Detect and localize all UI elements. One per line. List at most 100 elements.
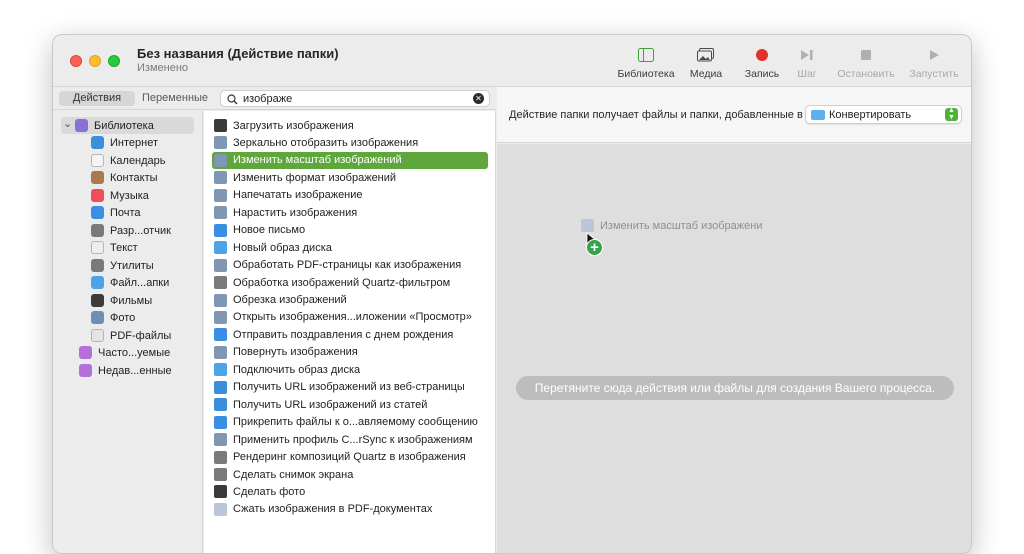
image-action-icon <box>214 345 227 359</box>
action-item[interactable]: Прикрепить файлы к о...авляемому сообщен… <box>212 414 488 431</box>
library-item-4[interactable]: Музыка <box>91 187 149 204</box>
minimize-window-button[interactable] <box>89 55 101 67</box>
library-item-label: Текст <box>110 241 138 254</box>
chevron-down-icon[interactable]: ⌄ <box>63 117 75 130</box>
action-item[interactable]: Повернуть изображения <box>212 344 488 361</box>
pdf-icon <box>214 502 227 516</box>
action-item[interactable]: Получить URL изображений из статей <box>212 396 488 413</box>
library-item-label: Файл...апки <box>110 276 170 289</box>
action-item[interactable]: Рендеринг композиций Quartz в изображени… <box>212 449 488 466</box>
action-item[interactable]: Сделать фото <box>212 483 488 500</box>
run-button[interactable]: Запустить <box>899 45 969 85</box>
action-item-label: Прикрепить файлы к о...авляемому сообщен… <box>233 416 478 429</box>
action-item[interactable]: Изменить масштаб изображений <box>212 151 488 169</box>
action-item-label: Получить URL изображений из веб-страницы <box>233 381 465 394</box>
mail-icon <box>91 206 104 219</box>
action-item-label: Отправить поздравления с днем рождения <box>233 328 454 341</box>
action-item[interactable]: Обработать PDF-страницы как изображения <box>212 257 488 274</box>
library-item-11[interactable]: Фото <box>91 309 135 326</box>
action-item[interactable]: Получить URL изображений из веб-страницы <box>212 379 488 396</box>
library-item-label: Утилиты <box>110 259 154 272</box>
tab-actions[interactable]: Действия <box>59 91 135 106</box>
workflow-area[interactable]: Изменить масштаб изображени + Перетяните… <box>497 144 971 553</box>
camera-icon <box>214 485 227 499</box>
search-field[interactable]: изображе ✕ <box>220 90 490 107</box>
library-item-5[interactable]: Почта <box>91 204 141 221</box>
window-subtitle: Изменено <box>137 62 189 74</box>
tab-variables[interactable]: Переменные <box>139 91 211 106</box>
dragged-action-label: Изменить масштаб изображени <box>600 219 763 232</box>
action-item[interactable]: Сделать снимок экрана <box>212 466 488 483</box>
folder-action-header: Действие папки получает файлы и папки, д… <box>497 87 971 143</box>
library-item-label: Часто...уемые <box>98 346 171 359</box>
image-action-icon <box>214 310 227 324</box>
image-action-icon <box>214 153 227 167</box>
library-item-label: Интернет <box>110 136 158 149</box>
search-icon <box>227 92 238 110</box>
smart-folder-icon <box>79 346 92 359</box>
image-action-icon <box>214 433 227 447</box>
library-item-2[interactable]: Календарь <box>91 152 166 169</box>
library-item-7[interactable]: Текст <box>91 239 138 256</box>
chevron-updown-icon: ▲ ▼ <box>945 107 958 121</box>
pdf-icon <box>91 329 104 342</box>
action-item-label: Нарастить изображения <box>233 206 358 219</box>
action-item[interactable]: Отправить поздравления с днем рождения <box>212 326 488 343</box>
title-bar: Без названия (Действие папки) Изменено Б… <box>53 35 971 87</box>
action-item[interactable]: Зеркально отобразить изображения <box>212 134 488 151</box>
zoom-window-button[interactable] <box>108 55 120 67</box>
image-action-icon <box>214 206 227 220</box>
action-item[interactable]: Обработка изображений Quartz-фильтром <box>212 274 488 291</box>
action-item[interactable]: Открыть изображения...иложении «Просмотр… <box>212 309 488 326</box>
action-item[interactable]: Новый образ диска <box>212 239 488 256</box>
library-item-10[interactable]: Фильмы <box>91 292 152 309</box>
image-action-icon <box>214 136 227 150</box>
library-item-12[interactable]: PDF-файлы <box>91 327 171 344</box>
tools-icon <box>214 450 227 464</box>
folder-icon <box>811 110 825 120</box>
action-item[interactable]: Нарастить изображения <box>212 204 488 221</box>
library-item-0[interactable]: ⌄ Библиотека <box>61 117 194 134</box>
photo-icon <box>91 311 104 324</box>
window-title: Без названия (Действие папки) <box>137 46 339 61</box>
library-item-3[interactable]: Контакты <box>91 169 158 186</box>
library-item-label: Разр...отчик <box>110 224 171 237</box>
library-item-label: Фото <box>110 311 136 324</box>
music-icon <box>91 189 104 202</box>
action-item[interactable]: Загрузить изображения <box>212 117 488 134</box>
library-item-8[interactable]: Утилиты <box>91 257 154 274</box>
search-input[interactable]: изображе <box>243 93 292 105</box>
folder-select[interactable]: Конвертировать ▲ ▼ <box>805 105 962 124</box>
action-item-label: Рендеринг композиций Quartz в изображени… <box>233 451 466 464</box>
globe-icon <box>214 398 227 412</box>
stop-icon <box>831 45 901 65</box>
library-item-label: Фильмы <box>110 294 153 307</box>
library-item-label: Календарь <box>110 154 166 167</box>
library-item-14[interactable]: Недав...енные <box>79 362 172 379</box>
mail-icon <box>214 223 227 237</box>
action-item-label: Сжать изображения в PDF-документах <box>233 503 433 516</box>
library-item-13[interactable]: Часто...уемые <box>79 344 170 361</box>
action-item[interactable]: Применить профиль C...rSync к изображени… <box>212 431 488 448</box>
action-item[interactable]: Изменить формат изображений <box>212 169 488 186</box>
action-item[interactable]: Обрезка изображений <box>212 292 488 309</box>
action-item[interactable]: Напечатать изображение <box>212 187 488 204</box>
text-icon <box>91 241 104 254</box>
dragged-action: Изменить масштаб изображени <box>581 219 762 232</box>
library-item-label: PDF-файлы <box>110 329 172 342</box>
library-item-6[interactable]: Разр...отчик <box>91 222 171 239</box>
stop-button[interactable]: Остановить <box>831 45 901 85</box>
action-item[interactable]: Подключить образ диска <box>212 361 488 378</box>
camera-icon <box>214 119 227 132</box>
action-item[interactable]: Сжать изображения в PDF-документах <box>212 501 488 518</box>
image-action-icon <box>214 188 227 202</box>
library-toolbar: Действия Переменные изображе ✕ <box>53 87 496 110</box>
image-action-icon <box>581 219 594 232</box>
action-item-label: Изменить формат изображений <box>233 171 397 184</box>
library-item-9[interactable]: Файл...апки <box>91 274 169 291</box>
close-window-button[interactable] <box>70 55 82 67</box>
image-action-icon <box>214 258 227 272</box>
library-item-1[interactable]: Интернет <box>91 134 158 151</box>
action-item[interactable]: Новое письмо <box>212 222 488 239</box>
clear-search-icon[interactable]: ✕ <box>473 93 484 104</box>
